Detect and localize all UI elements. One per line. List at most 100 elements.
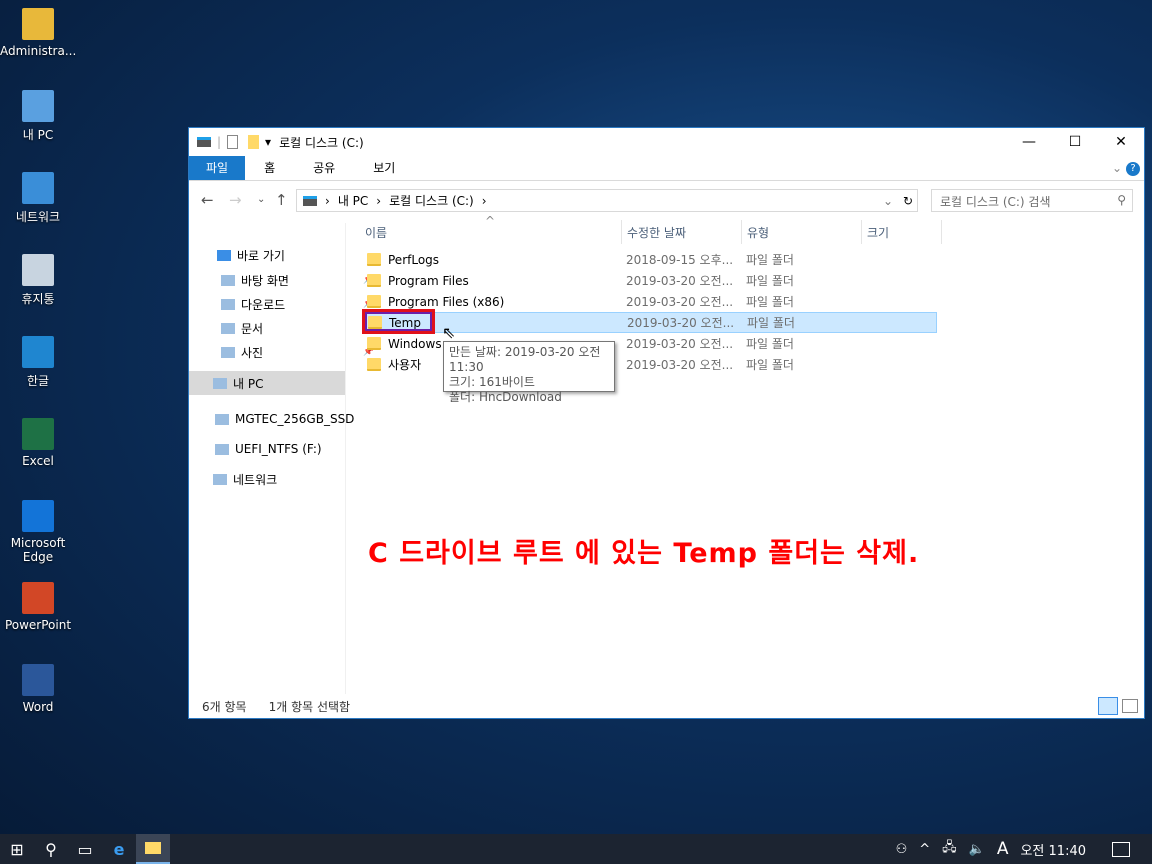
desktop-icon[interactable]: Microsoft Edge (0, 500, 76, 564)
app-icon (22, 664, 54, 696)
status-bar: 6개 항목 1개 항목 선택함 (189, 694, 1144, 718)
address-dropdown-icon[interactable]: ⌄ (883, 194, 893, 208)
forward-button[interactable]: → (229, 191, 242, 209)
nav-item[interactable]: 바탕 화면📌 (221, 268, 374, 292)
help-icon[interactable]: ? (1126, 162, 1140, 176)
recent-locations-icon[interactable]: ⌄ (257, 194, 265, 205)
desktop-icon[interactable]: Word (0, 664, 76, 714)
nav-item-label: MGTEC_256GB_SSD (235, 412, 355, 426)
file-explorer-taskbar-icon[interactable] (136, 834, 170, 864)
details-view-button[interactable] (1098, 697, 1118, 715)
nav-item[interactable]: 다운로드📌 (221, 292, 374, 316)
task-view-button[interactable]: ▭ (68, 834, 102, 864)
nav-item[interactable]: 문서📌 (221, 316, 374, 340)
column-date[interactable]: 수정한 날짜 (627, 224, 686, 241)
nav-item-icon (213, 377, 227, 389)
title-bar: | ▾ 로컬 디스크 (C:) — ☐ ✕ (189, 128, 1144, 156)
network-icon[interactable]: 🖧 (942, 838, 957, 860)
nav-item[interactable]: 네트워크 (213, 467, 277, 491)
file-row[interactable]: PerfLogs 2018-09-15 오후... 파일 폴더 (362, 249, 937, 270)
properties-icon[interactable] (227, 135, 239, 149)
column-size[interactable]: 크기 (867, 224, 889, 241)
new-folder-icon[interactable] (248, 135, 260, 149)
nav-item[interactable]: 바로 가기 (217, 243, 285, 267)
file-date: 2018-09-15 오후... (626, 253, 734, 267)
column-headers: ^ 이름 수정한 날짜 유형 크기 (347, 214, 1144, 244)
file-name: Windows (388, 336, 442, 351)
back-button[interactable]: ← (201, 191, 214, 209)
app-icon (22, 500, 54, 532)
file-type: 파일 폴더 (746, 337, 794, 351)
up-button[interactable]: ↑ (275, 191, 288, 209)
navigation-pane: 바로 가기바탕 화면📌다운로드📌문서📌사진📌 내 PC MGTEC_256GB_SS… (189, 223, 374, 694)
breadcrumb-my-pc[interactable]: 내 PC (338, 192, 368, 209)
quick-access-dropdown-icon[interactable]: ▾ (265, 135, 271, 149)
nav-item[interactable]: 내 PC (189, 371, 345, 395)
desktop-icon[interactable]: 내 PC (0, 90, 76, 143)
file-name: Program Files (x86) (388, 294, 505, 309)
tooltip-folder: 폴더: HncDownload (449, 390, 562, 404)
refresh-icon[interactable]: ↻ (903, 194, 913, 208)
folder-icon (367, 337, 381, 350)
volume-icon[interactable]: 🔈 (969, 842, 985, 857)
nav-item-icon (215, 443, 229, 455)
file-type: 파일 폴더 (747, 316, 795, 330)
clock[interactable]: 오전 11:40 (1020, 840, 1086, 859)
nav-item[interactable]: 사진 📌 (221, 340, 374, 364)
breadcrumb-local-disk[interactable]: 로컬 디스크 (C:) (389, 192, 474, 209)
search-placeholder: 로컬 디스크 (C:) 검색 (940, 195, 1051, 209)
edge-taskbar-icon[interactable]: e (102, 834, 136, 864)
maximize-button[interactable]: ☐ (1052, 128, 1098, 156)
search-input[interactable]: 로컬 디스크 (C:) 검색 ⚲ (931, 189, 1133, 212)
desktop-icon[interactable]: 휴지통 (0, 254, 76, 307)
column-type[interactable]: 유형 (747, 224, 769, 241)
file-date: 2019-03-20 오전... (627, 316, 735, 330)
desktop-icon[interactable]: PowerPoint (0, 582, 76, 632)
nav-item-label: 문서 (241, 321, 264, 336)
close-button[interactable]: ✕ (1098, 128, 1144, 156)
nav-item-icon (221, 298, 235, 310)
column-name[interactable]: 이름 (365, 224, 387, 241)
nav-item-label: 바로 가기 (237, 248, 285, 263)
file-type: 파일 폴더 (746, 295, 794, 309)
ime-indicator[interactable]: A (997, 839, 1009, 859)
address-bar[interactable]: › 내 PC › 로컬 디스크 (C:) › ⌄ ↻ (296, 189, 918, 212)
large-icons-view-button[interactable] (1122, 699, 1138, 713)
nav-item-label: 바탕 화면 (241, 273, 289, 288)
nav-item[interactable]: UEFI_NTFS (F:) (215, 437, 322, 461)
nav-item-icon (215, 413, 229, 425)
nav-item[interactable]: MGTEC_256GB_SSD (215, 407, 354, 431)
minimize-button[interactable]: — (1006, 128, 1052, 156)
app-icon (22, 582, 54, 614)
desktop-icon[interactable]: 네트워크 (0, 172, 76, 225)
tab-share[interactable]: 공유 (294, 156, 354, 180)
people-icon[interactable]: ⚇ (896, 842, 908, 857)
tab-view[interactable]: 보기 (354, 156, 414, 180)
nav-item-icon (221, 346, 235, 358)
desktop-icon[interactable]: Excel (0, 418, 76, 468)
tooltip: 만든 날짜: 2019-03-20 오전 11:30 크기: 161바이트 폴더… (443, 341, 615, 404)
file-date: 2019-03-20 오전... (626, 295, 734, 309)
action-center-icon[interactable] (1112, 841, 1130, 857)
search-button[interactable]: ⚲ (34, 834, 68, 864)
search-icon: ⚲ (1117, 193, 1126, 207)
file-name: PerfLogs (388, 252, 440, 267)
item-count: 6개 항목 (202, 699, 247, 714)
nav-item-icon (217, 249, 231, 261)
app-icon (22, 172, 54, 204)
file-type: 파일 폴더 (746, 358, 794, 372)
file-row[interactable]: Program Files (x86) 2019-03-20 오전... 파일 폴더 (362, 291, 937, 312)
file-row[interactable]: Program Files 2019-03-20 오전... 파일 폴더 (362, 270, 937, 291)
tab-file[interactable]: 파일 (189, 156, 246, 180)
desktop-icon[interactable]: 한글 (0, 336, 76, 389)
desktop-icon[interactable]: Administra... (0, 8, 76, 58)
nav-item-icon (221, 322, 235, 334)
desktop-icon-label: Excel (22, 454, 54, 468)
tab-home[interactable]: 홈 (245, 156, 294, 180)
expand-ribbon-icon[interactable]: ⌄ (1112, 156, 1122, 181)
selected-count: 1개 항목 선택함 (268, 699, 351, 714)
show-hidden-icons-icon[interactable]: ^ (919, 842, 930, 857)
file-date: 2019-03-20 오전... (626, 358, 734, 372)
start-button[interactable]: ⊞ (0, 834, 34, 864)
window-title: 로컬 디스크 (C:) (279, 135, 364, 150)
